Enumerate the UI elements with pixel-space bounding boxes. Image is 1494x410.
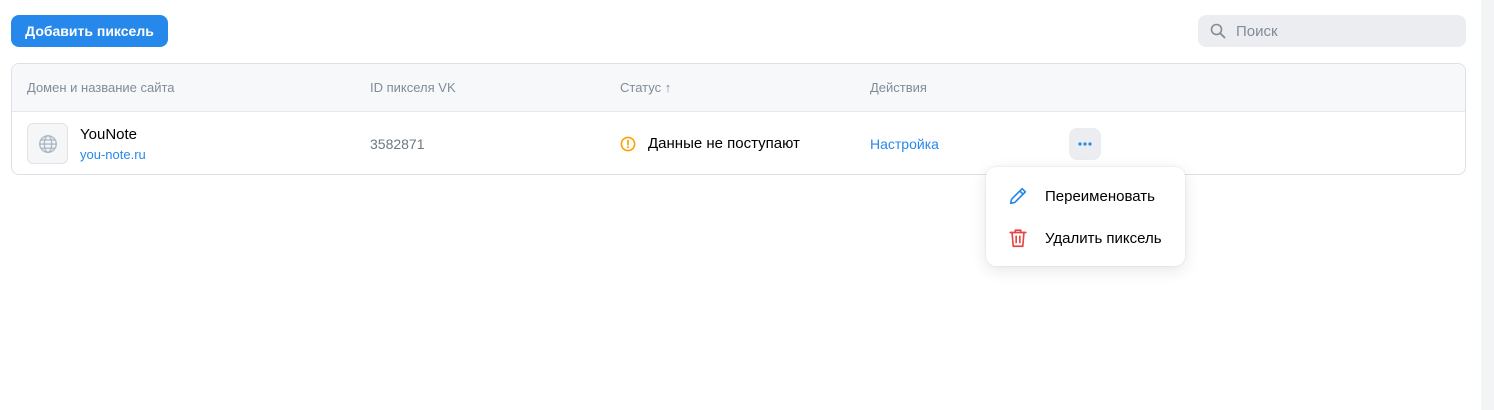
menu-item-label: Удалить пиксель [1045,229,1162,247]
table-row: YouNote you-note.ru 3582871 Данные не по… [12,112,1465,174]
column-header-status[interactable]: Статус ↑ [620,80,671,95]
search-box[interactable] [1198,15,1466,47]
site-domain-link[interactable]: you-note.ru [80,147,146,162]
column-header-pixel-id[interactable]: ID пикселя VK [370,80,456,95]
add-pixel-button[interactable]: Добавить пиксель [11,15,168,47]
more-actions-button[interactable] [1069,128,1101,160]
site-name: YouNote [80,126,137,143]
search-icon [1210,23,1226,39]
trash-icon [1006,226,1030,250]
menu-item-rename[interactable]: Переименовать [986,176,1185,216]
status-text: Данные не поступают [648,135,800,152]
more-dots-icon [1078,142,1092,146]
pixels-table: Домен и название сайта ID пикселя VK Ста… [11,63,1466,175]
table-header: Домен и название сайта ID пикселя VK Ста… [12,64,1465,112]
column-header-domain[interactable]: Домен и название сайта [27,80,175,95]
pixels-page: Добавить пиксель Домен и название сайта … [0,0,1494,410]
globe-icon [27,123,68,164]
warning-circle-icon [620,136,636,152]
page-scrollbar[interactable] [1481,0,1494,410]
column-header-actions: Действия [870,80,927,95]
actions-menu: Переименовать Удалить пиксель [986,167,1185,266]
settings-link[interactable]: Настройка [870,136,939,152]
pixel-id: 3582871 [370,136,425,152]
menu-item-delete[interactable]: Удалить пиксель [986,218,1185,258]
menu-item-label: Переименовать [1045,187,1155,205]
pencil-icon [1006,184,1030,208]
search-input[interactable] [1234,16,1454,46]
